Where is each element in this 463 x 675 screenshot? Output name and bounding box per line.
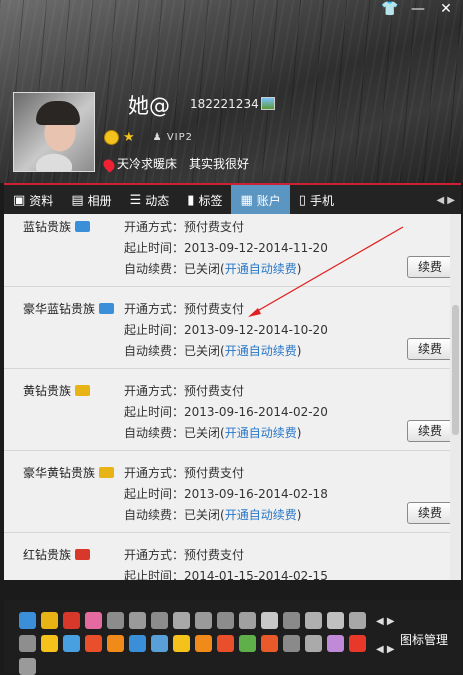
badge-icon[interactable]: [151, 612, 168, 629]
badge-icon[interactable]: [349, 612, 366, 629]
icon-row2-arrows[interactable]: ◀ ▶: [376, 644, 395, 655]
badge-icon[interactable]: [63, 612, 80, 629]
badge-icon[interactable]: [85, 612, 102, 629]
badge-icon[interactable]: [19, 658, 36, 675]
badge-icon[interactable]: [63, 635, 80, 652]
badge-icon[interactable]: [85, 635, 102, 652]
badge-icon[interactable]: [19, 612, 36, 629]
badge-icon[interactable]: [261, 635, 278, 652]
badge-icon[interactable]: [129, 635, 146, 652]
badge-icon[interactable]: [239, 635, 256, 652]
badge-icon[interactable]: [239, 612, 256, 629]
badge-icon[interactable]: [195, 612, 212, 629]
badge-icon[interactable]: [41, 612, 58, 629]
badge-icon[interactable]: [195, 635, 212, 652]
badge-icon[interactable]: [41, 635, 58, 652]
badge-icon[interactable]: [305, 612, 322, 629]
badge-icon[interactable]: [107, 612, 124, 629]
icon-manage-button[interactable]: 图标管理: [400, 631, 448, 648]
badge-icon[interactable]: [173, 635, 190, 652]
icon-bar: ◀ ▶ 图标管理 ◀ ▶: [4, 600, 461, 675]
badge-icon[interactable]: [283, 612, 300, 629]
badge-icon[interactable]: [261, 612, 278, 629]
badge-icon[interactable]: [19, 635, 36, 652]
badge-icon[interactable]: [217, 612, 234, 629]
badge-icon[interactable]: [349, 635, 366, 652]
badge-icon[interactable]: [305, 635, 322, 652]
badge-icon[interactable]: [107, 635, 124, 652]
badge-icon[interactable]: [283, 635, 300, 652]
badge-icon[interactable]: [129, 612, 146, 629]
badge-icon[interactable]: [327, 635, 344, 652]
badge-icon[interactable]: [151, 635, 168, 652]
badge-icon[interactable]: [327, 612, 344, 629]
badge-icon[interactable]: [217, 635, 234, 652]
icon-grid: [19, 612, 374, 675]
badge-icon[interactable]: [173, 612, 190, 629]
icon-row1-arrows[interactable]: ◀ ▶: [376, 616, 395, 627]
annotation-arrow: [248, 226, 404, 317]
